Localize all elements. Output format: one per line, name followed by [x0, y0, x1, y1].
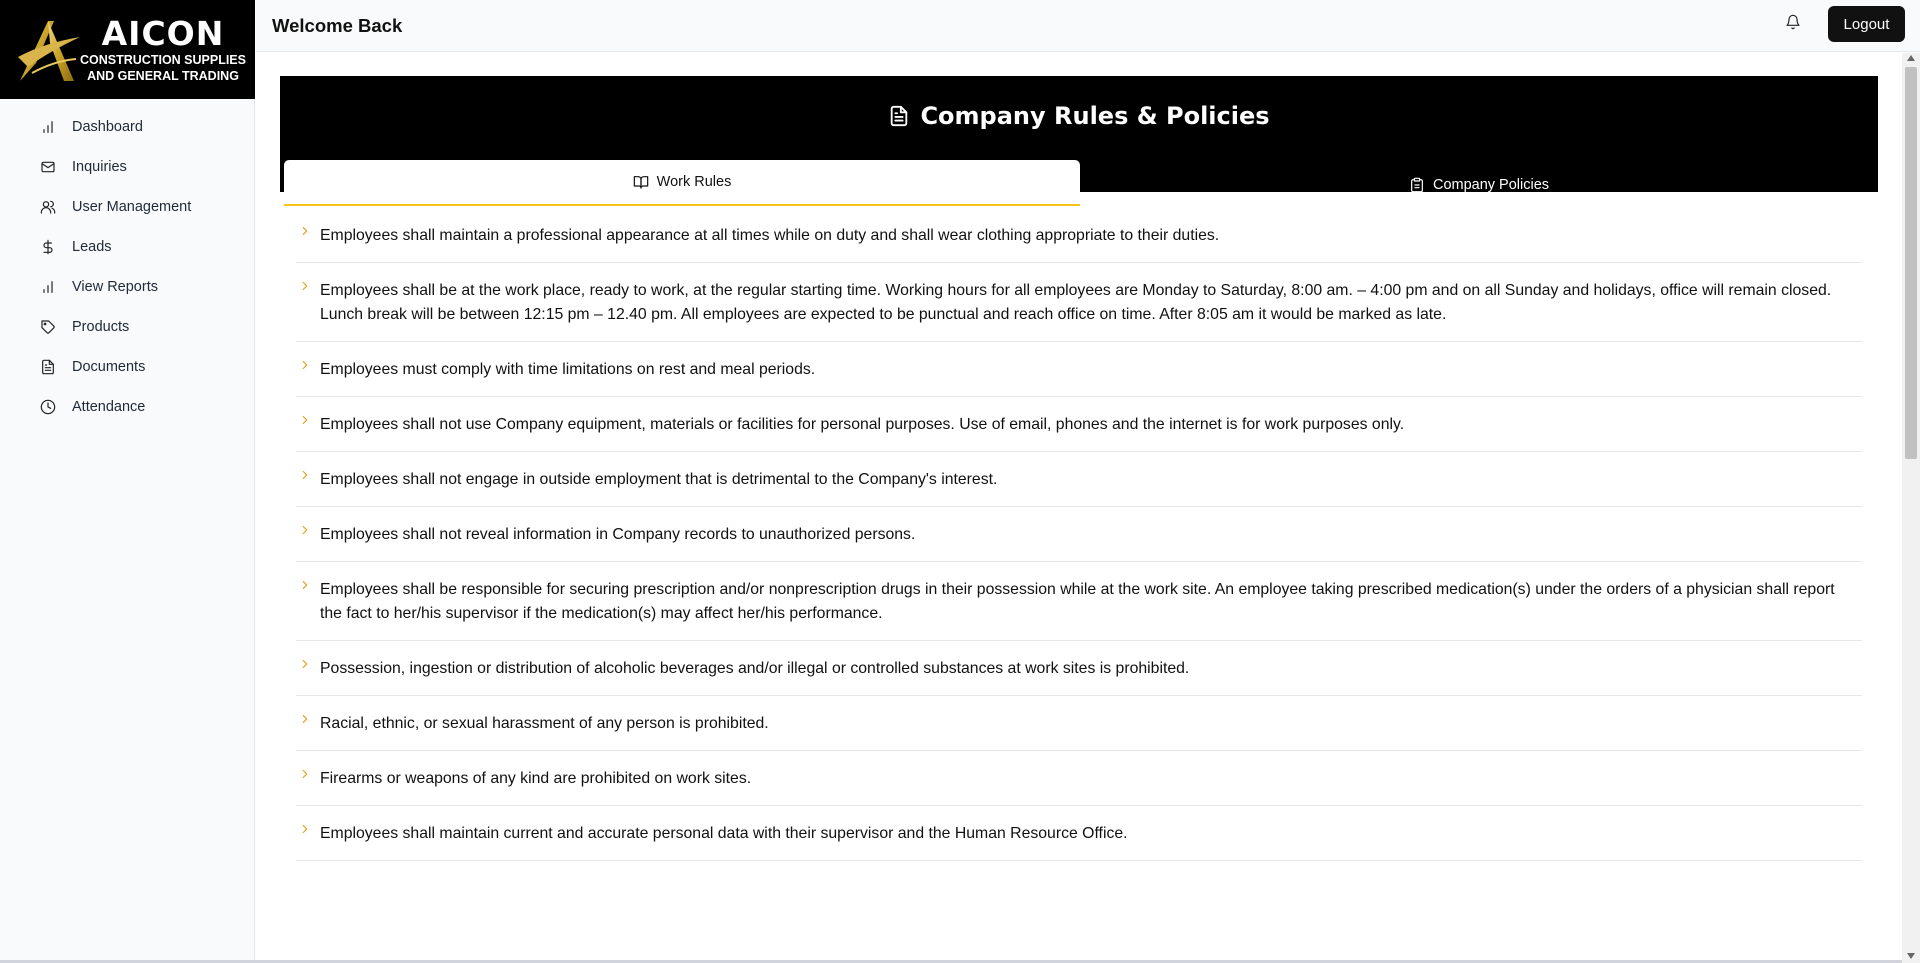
work-rules-list: Employees shall maintain a professional …	[296, 208, 1862, 861]
rule-text: Employees shall not use Company equipmen…	[320, 416, 1405, 433]
sidebar-item-label: Documents	[72, 359, 146, 375]
page-greeting: Welcome Back	[272, 14, 403, 36]
chevron-right-icon	[298, 358, 320, 374]
chevron-right-icon	[298, 767, 320, 783]
sidebar-item-inquiries[interactable]: Inquiries	[0, 147, 254, 187]
clock-icon	[40, 399, 56, 415]
sidebar-item-label: Leads	[72, 239, 112, 255]
scroll-up-arrow[interactable]	[1907, 55, 1915, 61]
rule-text: Employees shall be at the work place, re…	[320, 282, 1832, 323]
page-title: Company Rules & Policies	[280, 102, 1878, 130]
chevron-right-icon	[298, 578, 320, 594]
rule-text: Possession, ingestion or distribution of…	[320, 660, 1190, 677]
tab-label: Work Rules	[656, 174, 732, 190]
logo-emblem	[14, 13, 84, 87]
rule-item[interactable]: Possession, ingestion or distribution of…	[296, 641, 1862, 696]
brand-subtitle: AND GENERAL TRADING	[87, 68, 239, 83]
rule-text: Racial, ethnic, or sexual harassment of …	[320, 715, 769, 732]
tab-label: Company Policies	[1432, 177, 1550, 193]
rule-text: Employees shall be responsible for secur…	[320, 581, 1835, 622]
top-header: Welcome Back Logout	[256, 0, 1920, 52]
scrollbar[interactable]	[1902, 53, 1920, 963]
tag-icon	[40, 319, 56, 335]
document-icon	[891, 105, 908, 127]
sidebar-item-label: User Management	[72, 199, 192, 215]
sidebar-item-label: Attendance	[72, 399, 146, 415]
brand-name: AICON	[101, 13, 225, 53]
rule-item[interactable]: Employees shall not reveal information i…	[296, 507, 1862, 562]
rule-item[interactable]: Employees shall not engage in outside em…	[296, 452, 1862, 507]
rule-item[interactable]: Employees shall maintain a professional …	[296, 208, 1862, 263]
chevron-right-icon	[298, 523, 320, 539]
chevron-right-icon	[298, 413, 320, 429]
users-icon	[40, 199, 56, 215]
brand-logo[interactable]: AICON CONSTRUCTION SUPPLIES AND GENERAL …	[0, 0, 255, 99]
clipboard-icon	[1411, 177, 1423, 193]
rule-item[interactable]: Employees shall maintain current and acc…	[296, 806, 1862, 861]
sidebar-item-label: Dashboard	[72, 119, 143, 135]
rule-item[interactable]: Firearms or weapons of any kind are proh…	[296, 751, 1862, 806]
sidebar-item-label: Inquiries	[72, 159, 127, 175]
rule-item[interactable]: Employees shall be responsible for secur…	[296, 562, 1862, 641]
sidebar-item-user-management[interactable]: User Management	[0, 187, 254, 227]
sidebar-item-documents[interactable]: Documents	[0, 347, 254, 387]
bell-icon[interactable]	[1785, 14, 1803, 32]
sidebar-item-label: Products	[72, 319, 130, 335]
chevron-right-icon	[298, 224, 320, 240]
chevron-right-icon	[298, 468, 320, 484]
rule-text: Firearms or weapons of any kind are proh…	[320, 770, 752, 787]
chevron-right-icon	[298, 279, 320, 295]
tab-company-policies[interactable]: Company Policies	[1080, 165, 1878, 205]
sidebar-item-leads[interactable]: Leads	[0, 227, 254, 267]
rule-text: Employees must comply with time limitati…	[320, 361, 816, 378]
chevron-right-icon	[298, 822, 320, 838]
sidebar-nav: Dashboard Inquiries User Management Lead…	[0, 107, 254, 427]
book-open-icon	[633, 176, 648, 189]
rule-text: Employees shall not reveal information i…	[320, 526, 916, 543]
rule-text: Employees shall maintain a professional …	[320, 227, 1220, 244]
sidebar-item-attendance[interactable]: Attendance	[0, 387, 254, 427]
sidebar: AICON CONSTRUCTION SUPPLIES AND GENERAL …	[0, 0, 255, 963]
bar-chart-icon	[40, 279, 56, 295]
rule-item[interactable]: Employees shall not use Company equipmen…	[296, 397, 1862, 452]
page-title-text: Company Rules & Policies	[920, 102, 1270, 130]
logout-button[interactable]: Logout	[1828, 6, 1905, 42]
bar-chart-icon	[40, 119, 56, 135]
scroll-down-arrow[interactable]	[1907, 953, 1915, 959]
sidebar-item-label: View Reports	[72, 279, 158, 295]
sidebar-item-products[interactable]: Products	[0, 307, 254, 347]
rule-item[interactable]: Racial, ethnic, or sexual harassment of …	[296, 696, 1862, 751]
rule-text: Employees shall maintain current and acc…	[320, 825, 1128, 842]
chevron-right-icon	[298, 712, 320, 728]
tab-work-rules[interactable]: Work Rules	[284, 160, 1080, 206]
sidebar-item-view-reports[interactable]: View Reports	[0, 267, 254, 307]
brand-subtitle: CONSTRUCTION SUPPLIES	[80, 52, 246, 67]
rule-text: Employees shall not engage in outside em…	[320, 471, 998, 488]
main-content: Company Rules & Policies Work Rules Comp…	[256, 53, 1902, 963]
rule-item[interactable]: Employees must comply with time limitati…	[296, 342, 1862, 397]
chevron-right-icon	[298, 657, 320, 673]
rule-item[interactable]: Employees shall be at the work place, re…	[296, 263, 1862, 342]
file-icon	[40, 359, 56, 375]
sidebar-item-dashboard[interactable]: Dashboard	[0, 107, 254, 147]
mail-icon	[40, 159, 56, 175]
dollar-icon	[40, 239, 56, 255]
scrollbar-thumb[interactable]	[1905, 67, 1917, 459]
